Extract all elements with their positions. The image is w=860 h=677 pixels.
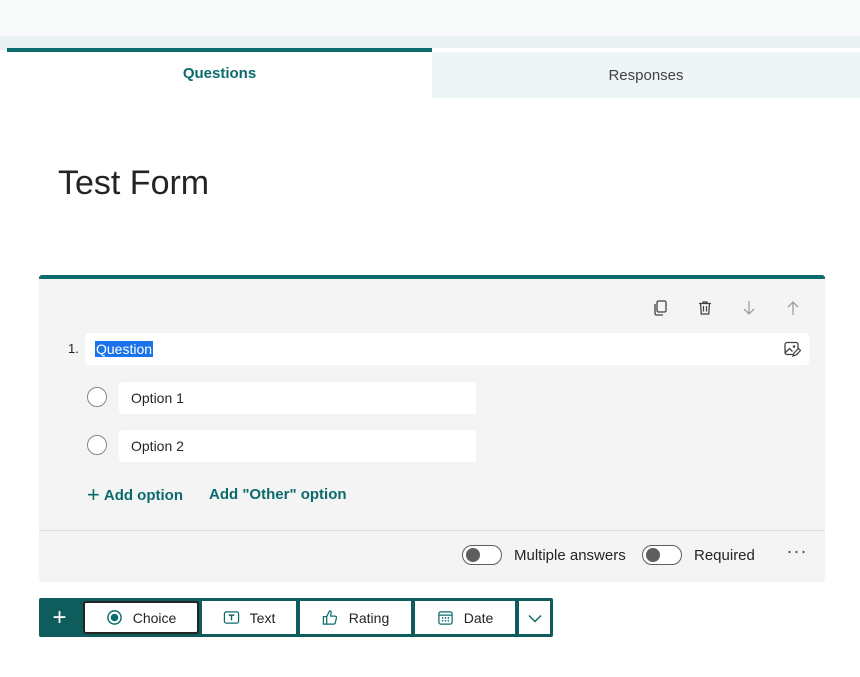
add-option-label: Add option <box>103 486 183 504</box>
move-up-icon <box>787 301 799 315</box>
top-bar <box>0 0 860 36</box>
thumbs-up-icon <box>322 610 337 625</box>
toggle-knob <box>646 548 660 562</box>
choice-type-button[interactable]: Choice <box>83 601 199 634</box>
option-1-radio <box>87 387 107 407</box>
move-down-icon <box>743 301 755 315</box>
text-type-label: Text <box>249 609 276 626</box>
radio-icon <box>106 610 122 625</box>
required-label: Required <box>694 547 755 564</box>
question-text-selected: Question <box>95 341 154 357</box>
delete-question-button[interactable] <box>692 295 718 321</box>
text-type-button[interactable]: Text <box>202 601 296 634</box>
plus-icon: + <box>87 482 100 507</box>
rating-type-label: Rating <box>348 609 390 626</box>
date-type-label: Date <box>463 609 494 626</box>
required-toggle[interactable] <box>642 545 682 565</box>
multiple-answers-label: Multiple answers <box>514 547 626 564</box>
move-up-button[interactable] <box>780 295 806 321</box>
move-down-button[interactable] <box>736 295 762 321</box>
multiple-answers-toggle[interactable] <box>462 545 502 565</box>
toggle-knob <box>466 548 480 562</box>
calendar-icon <box>437 611 453 625</box>
option-2-input[interactable]: Option 2 <box>119 430 476 462</box>
choice-type-label: Choice <box>132 609 177 626</box>
tab-questions[interactable]: Questions <box>7 48 432 98</box>
tab-responses[interactable]: Responses <box>432 52 860 98</box>
option-1-input[interactable]: Option 1 <box>119 382 476 414</box>
form-title[interactable]: Test Form <box>58 164 209 203</box>
date-type-button[interactable]: Date <box>415 601 515 634</box>
copy-icon <box>654 300 667 316</box>
add-option-link[interactable]: + Add option <box>87 482 183 507</box>
copy-question-button[interactable] <box>648 295 674 321</box>
image-edit-icon <box>784 341 801 357</box>
rating-type-button[interactable]: Rating <box>300 601 411 634</box>
delete-icon <box>699 301 711 315</box>
more-types-button[interactable] <box>519 601 550 634</box>
more-options-button[interactable]: ··· <box>785 541 809 567</box>
question-input[interactable]: Question <box>85 333 809 365</box>
add-other-option-label: Add "Other" option <box>209 486 347 503</box>
insert-media-button[interactable] <box>782 339 802 359</box>
text-icon <box>223 611 239 624</box>
add-other-option-link[interactable]: Add "Other" option <box>209 486 347 503</box>
chevron-down-icon <box>527 614 542 623</box>
question-number: 1. <box>68 341 79 356</box>
add-question-button[interactable]: + <box>39 598 80 637</box>
option-2-radio <box>87 435 107 455</box>
